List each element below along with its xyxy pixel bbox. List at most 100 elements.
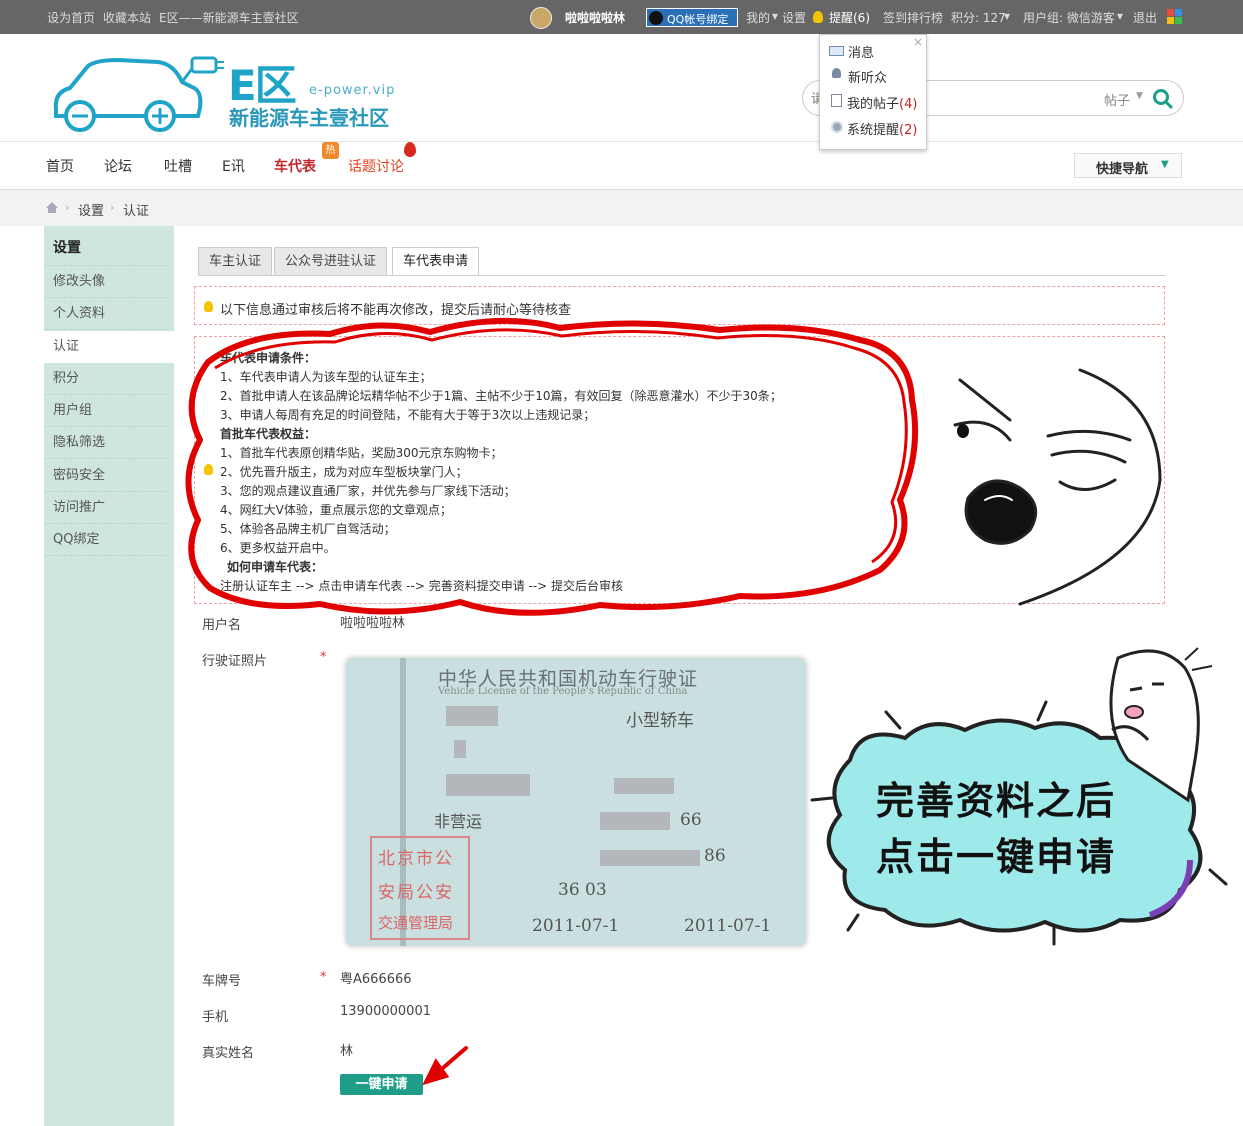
benefit-item: 4、网红大V体验，重点展示您的文章观点； [220,503,452,517]
document-icon [831,94,842,107]
sidebar-item-privacy[interactable]: 隐私筛选 [44,427,166,459]
license-blur [454,740,466,758]
usergroup-link[interactable]: 用户组: 微信游客 [1023,9,1115,26]
submit-button[interactable]: 一键申请 [340,1074,423,1095]
logo-slogan: 新能源车主壹社区 [229,106,389,130]
username-link[interactable]: 啦啦啦啦林 [565,9,625,26]
tab-official-account-auth[interactable]: 公众号进驻认证 [274,247,388,276]
username-label: 用户名 [202,618,242,633]
license-date: 2011-07-1 [532,916,620,936]
qq-bind-button[interactable]: QQ帐号绑定 [646,8,738,27]
nav-roast[interactable]: 吐槽 [164,156,192,176]
sidebar-title: 设置 [53,240,81,256]
chevron-down-icon: ▼ [1136,91,1143,101]
sidebar-item-qq[interactable]: QQ绑定 [44,524,166,556]
tab-car-rep-apply[interactable]: 车代表申请 [392,247,480,276]
realname-value: 林 [340,1044,354,1059]
bubble-text-line2: 点击一键申请 [876,835,1117,879]
sidebar-item-usergroup[interactable]: 用户组 [44,395,166,427]
seal-line: 安局公安 [378,883,454,903]
breadcrumb-separator: › [110,201,115,214]
notice-box: 以下信息通过审核后将不能再次修改，提交后请耐心等待核查 [194,286,1165,325]
avatar[interactable] [530,7,552,29]
condition-item: 2、首批申请人在该品牌论坛精华帖不少于1篇、主帖不少于10篇，有效回复（除恶意灌… [220,389,782,403]
tab-owner-auth[interactable]: 车主认证 [198,247,273,276]
required-star: * [320,650,327,665]
quick-nav-button[interactable]: 快捷导航 ▼ [1074,153,1182,178]
caret-down-icon: ▼ [1161,159,1169,170]
fire-icon [404,142,416,157]
license-blur [600,850,700,866]
main-nav: 首页 论坛 吐槽 E讯 车代表 热 话题讨论 快捷导航 ▼ [0,142,1243,190]
license-use-character: 非营运 [434,812,483,831]
sidebar-item-avatar[interactable]: 修改头像 [44,266,166,298]
settings-link[interactable]: 设置 [782,9,806,26]
realname-label: 真实姓名 [202,1046,255,1061]
quick-nav-label: 快捷导航 [1096,162,1149,177]
nav-home[interactable]: 首页 [46,156,74,176]
close-icon[interactable]: × [913,35,923,49]
seal-line: 交通管理局 [378,914,454,932]
license-vin: 86 [704,846,726,866]
dropdown-new-followers[interactable]: 新听众 [848,67,887,86]
caret-icon: ▾ [1004,9,1011,23]
main-content: 车主认证 公众号进驻认证 车代表申请 以下信息通过审核后将不能再次修改，提交后请… [174,226,1184,1126]
site-name-link[interactable]: E区——新能源车主壹社区 [159,9,299,26]
sidebar-item-auth[interactable]: 认证 [44,331,174,363]
breadcrumb-settings[interactable]: 设置 [78,200,104,219]
nav-car-rep[interactable]: 车代表 [274,156,316,176]
license-blur [600,812,670,830]
my-posts-count: (4) [899,97,918,112]
dropdown-system-reminders[interactable]: 系统提醒(2) [847,119,917,138]
set-home-link[interactable]: 设为首页 [47,9,95,26]
gear-icon [831,121,843,133]
condition-item: 1、车代表申请人为该车型的认证车主； [220,370,432,384]
theme-grid-icon[interactable] [1167,9,1183,25]
plate-value: 粤A666666 [340,972,412,987]
lightbulb-icon [204,301,213,312]
checkin-link[interactable]: 签到排行榜 [883,9,943,26]
sidebar-item-profile[interactable]: 个人资料 [44,298,166,330]
phone-label: 手机 [202,1010,229,1025]
license-photo[interactable]: 中华人民共和国机动车行驶证 Vehicle License of the Peo… [346,658,806,946]
search-scope[interactable]: 帖子 [1104,90,1130,109]
nav-enews[interactable]: E讯 [222,156,245,176]
reminders-dropdown: × 消息 新听众 我的帖子(4) 系统提醒(2) [819,34,927,150]
breadcrumb-auth[interactable]: 认证 [123,200,149,219]
qq-penguin-icon [649,11,663,25]
tab-underline [198,275,1165,276]
license-photo-label: 行驶证照片 [202,654,268,669]
logout-link[interactable]: 退出 [1133,9,1157,26]
dropdown-system-label: 系统提醒 [847,123,900,138]
sidebar-item-password[interactable]: 密码安全 [44,460,166,492]
howto-title: 如何申请车代表： [227,560,324,574]
reminders-link[interactable]: 提醒(6) [829,9,870,26]
bookmark-link[interactable]: 收藏本站 [103,9,151,26]
search-icon[interactable] [1152,88,1174,110]
license-subtitle: Vehicle License of the People's Republic… [438,686,688,697]
sidebar-item-points[interactable]: 积分 [44,363,166,395]
license-engine: 36 03 [558,880,607,900]
home-icon[interactable] [45,201,59,214]
logo-car-icon[interactable] [48,52,228,134]
benefit-item: 5、体验各品牌主机厂自驾活动； [220,522,396,536]
points-link[interactable]: 积分: 127 [951,9,1006,26]
dropdown-messages[interactable]: 消息 [848,42,874,61]
nav-forum[interactable]: 论坛 [104,156,132,176]
howto-steps: 注册认证车主 --> 点击申请车代表 --> 完善资料提交申请 --> 提交后台… [220,579,624,593]
required-star: * [320,970,327,985]
dropdown-my-posts-label: 我的帖子 [847,97,900,112]
dropdown-my-posts[interactable]: 我的帖子(4) [847,93,917,112]
phone-value: 13900000001 [340,1004,431,1019]
lightbulb-icon [813,11,823,23]
sidebar-item-promotion[interactable]: 访问推广 [44,492,166,524]
license-seal: 北京市公 安局公安 交通管理局 [370,836,470,940]
my-menu[interactable]: 我的 [746,9,770,26]
nav-topics[interactable]: 话题讨论 [348,156,404,176]
license-blur [446,706,498,726]
user-icon [832,68,841,78]
header: E区 e-power.vip 新能源车主壹社区 帖子 ▼ [0,34,1243,142]
system-count: (2) [899,123,918,138]
seal-line: 北京市公 [378,849,454,869]
bubble-text-line1: 完善资料之后 [876,779,1117,823]
